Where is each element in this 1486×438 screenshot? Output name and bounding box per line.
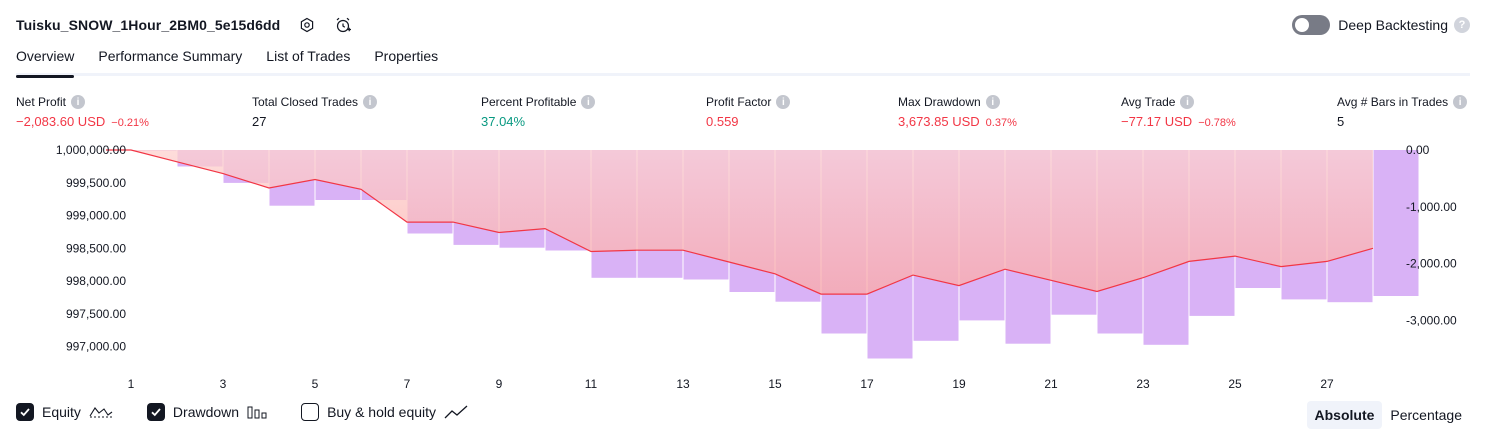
report-tabs: Overview Performance Summary List of Tra…	[16, 48, 1470, 78]
tab-properties[interactable]: Properties	[374, 48, 438, 75]
left-axis: 1,000,000.00 999,500.00 999,000.00 998,500.…	[56, 143, 126, 354]
legend-label: Buy & hold equity	[327, 404, 437, 420]
right-axis-tick-label: -2,000.00	[1406, 257, 1457, 271]
drawdown-bar	[1373, 150, 1419, 296]
settings-icon[interactable]	[298, 16, 316, 34]
metric-percent-profitable: Percent Profitable i 37.04%	[481, 94, 596, 129]
metric-value: 5	[1337, 114, 1345, 129]
absolute-mode-button[interactable]: Absolute	[1306, 401, 1383, 429]
info-icon[interactable]: i	[1453, 95, 1468, 109]
info-icon[interactable]: i	[985, 95, 1000, 109]
metric-profit-factor: Profit Factor i 0.559	[706, 94, 791, 129]
right-axis-tick-label: -1,000.00	[1406, 200, 1457, 214]
strategy-header: Tuisku_SNOW_1Hour_2BM0_5e15d6dd Deep Bac…	[16, 13, 1470, 37]
x-axis-tick-label: 3	[220, 377, 227, 391]
legend-drawdown[interactable]: Drawdown	[146, 403, 267, 421]
metric-label: Percent Profitable	[481, 95, 577, 109]
x-axis-tick-label: 1	[128, 377, 135, 391]
x-axis-tick-label: 5	[312, 377, 319, 391]
chart-legend: Equity Drawdown Buy & hold equity	[16, 403, 502, 421]
legend-equity[interactable]: Equity	[16, 403, 113, 421]
metric-label: Total Closed Trades	[252, 95, 359, 109]
metric-label: Profit Factor	[706, 95, 772, 109]
metric-value: −77.17 USD	[1121, 114, 1193, 129]
buy-hold-checkbox[interactable]	[301, 403, 320, 421]
metric-label: Avg # Bars in Trades	[1337, 95, 1449, 109]
metric-value: 37.04%	[481, 114, 526, 129]
metric-value: 27	[252, 114, 267, 129]
equity-line-icon	[89, 404, 113, 420]
legend-buy-hold[interactable]: Buy & hold equity	[301, 403, 468, 421]
x-axis-tick-label: 17	[860, 377, 874, 391]
metric-max-drawdown: Max Drawdown i 3,673.85 USD 0.37%	[898, 94, 1017, 129]
metric-value: −2,083.60 USD	[16, 114, 106, 129]
tab-performance-summary[interactable]: Performance Summary	[98, 48, 242, 75]
drawdown-checkbox[interactable]	[146, 403, 165, 421]
metric-total-closed-trades: Total Closed Trades i 27	[252, 94, 378, 129]
x-axis-tick-label: 15	[768, 377, 782, 391]
right-axis-tick-label: 0.00	[1406, 143, 1430, 157]
left-axis-tick-label: 998,000.00	[66, 274, 126, 288]
tab-list-of-trades[interactable]: List of Trades	[266, 48, 350, 75]
metric-label: Net Profit	[16, 95, 67, 109]
x-axis-tick-label: 19	[952, 377, 966, 391]
toggle-knob	[1295, 18, 1310, 32]
help-icon[interactable]: ?	[1454, 17, 1470, 33]
metric-label: Max Drawdown	[898, 95, 981, 109]
metric-value: 0.559	[706, 114, 739, 129]
metric-sub-value: 0.37%	[985, 117, 1017, 129]
metric-sub-value: −0.21%	[111, 117, 149, 129]
equity-drawdown-chart[interactable]: 1,000,000.00 999,500.00 999,000.00 998,500.…	[0, 140, 1486, 398]
info-icon[interactable]: i	[71, 95, 86, 109]
x-axis-tick-label: 23	[1136, 377, 1150, 391]
metric-label: Avg Trade	[1121, 95, 1176, 109]
x-axis-tick-label: 27	[1320, 377, 1334, 391]
info-icon[interactable]: i	[581, 95, 596, 109]
percentage-mode-button[interactable]: Percentage	[1382, 401, 1470, 429]
alarm-add-icon[interactable]	[334, 16, 352, 34]
x-axis-tick-label: 13	[676, 377, 690, 391]
deep-backtesting-toggle[interactable]	[1292, 15, 1331, 35]
x-axis-tick-label: 25	[1228, 377, 1242, 391]
left-axis-tick-label: 1,000,000.00	[56, 143, 126, 157]
metric-net-profit: Net Profit i −2,083.60 USD −0.21%	[16, 94, 149, 129]
metric-avg-bars-in-trades: Avg # Bars in Trades i 5	[1337, 94, 1468, 129]
trend-line-icon	[444, 404, 468, 420]
info-icon[interactable]: i	[1180, 95, 1195, 109]
legend-label: Drawdown	[172, 404, 240, 420]
left-axis-tick-label: 997,500.00	[66, 307, 126, 321]
drawdown-bars-icon	[247, 404, 267, 420]
value-mode-switch: Absolute Percentage	[1306, 401, 1471, 429]
left-axis-tick-label: 998,500.00	[66, 241, 126, 255]
deep-backtesting-label: Deep Backtesting	[1338, 17, 1448, 33]
strategy-title: Tuisku_SNOW_1Hour_2BM0_5e15d6dd	[16, 17, 281, 33]
equity-checkbox[interactable]	[16, 403, 34, 421]
info-icon[interactable]: i	[363, 95, 378, 109]
left-axis-tick-label: 997,000.00	[66, 340, 126, 354]
info-icon[interactable]: i	[776, 95, 791, 109]
x-axis-tick-label: 7	[404, 377, 411, 391]
metric-value: 3,673.85 USD	[898, 114, 980, 129]
metric-avg-trade: Avg Trade i −77.17 USD −0.78%	[1121, 94, 1236, 129]
right-axis-tick-label: -3,000.00	[1406, 313, 1457, 327]
left-axis-tick-label: 999,500.00	[66, 176, 126, 190]
tab-overview[interactable]: Overview	[16, 48, 75, 78]
deep-backtesting-control: Deep Backtesting ?	[1292, 13, 1470, 37]
x-axis-tick-label: 9	[496, 377, 503, 391]
x-axis-tick-label: 11	[585, 377, 598, 391]
left-axis-tick-label: 999,000.00	[66, 209, 126, 223]
x-axis: 1 3 5 7 9 11 13 15 17 19 21 23 25 27	[128, 377, 1334, 391]
metric-sub-value: −0.78%	[1198, 117, 1236, 129]
legend-label: Equity	[42, 404, 81, 420]
x-axis-tick-label: 21	[1044, 377, 1058, 391]
